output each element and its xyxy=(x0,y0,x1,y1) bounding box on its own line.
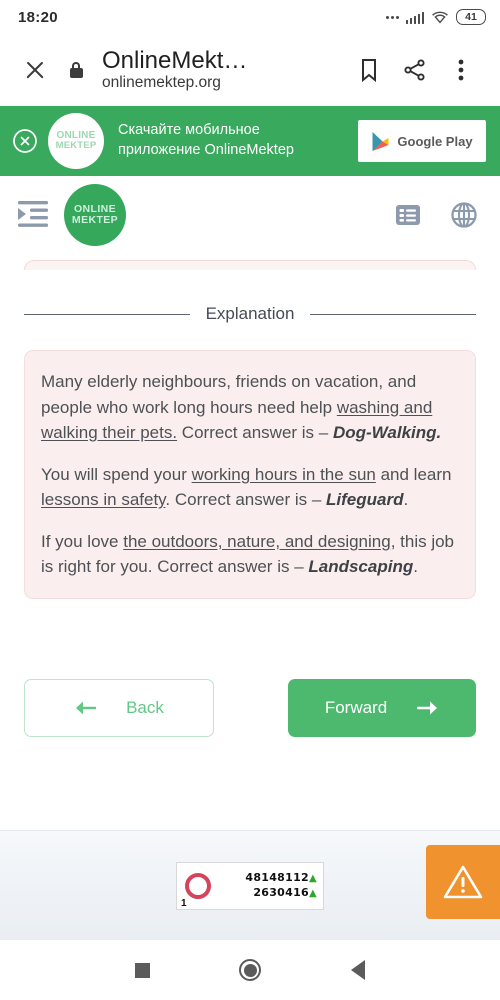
wifi-icon xyxy=(432,11,448,24)
site-logo[interactable]: ONLINE MEKTEP xyxy=(64,184,126,246)
promo-text-line2: приложение OnlineMektep xyxy=(118,142,294,158)
square-recents-icon[interactable] xyxy=(134,962,150,978)
counter-index: 1 xyxy=(181,897,187,909)
forward-button-label: Forward xyxy=(324,697,388,717)
status-bar: 18:20 41 xyxy=(0,0,500,34)
lock-icon xyxy=(64,62,88,78)
counter-ring-icon xyxy=(185,872,211,899)
site-navbar-right xyxy=(394,201,478,229)
promo-text: Скачайте мобильное приложение OnlineMekt… xyxy=(114,121,348,160)
google-play-label: Google Play xyxy=(397,133,473,149)
close-circle-icon[interactable] xyxy=(12,128,38,154)
promo-text-line1: Скачайте мобильное xyxy=(118,122,260,139)
warning-triangle-icon xyxy=(443,865,483,899)
site-navbar: ONLINE MEKTEP xyxy=(0,176,500,254)
correct-answer: Dog-Walking. xyxy=(332,423,442,442)
back-button[interactable]: Back xyxy=(24,678,214,737)
close-icon[interactable] xyxy=(18,53,52,87)
divider-line-left xyxy=(24,313,190,315)
divider-line-right xyxy=(310,313,476,315)
android-navigation-bar xyxy=(0,940,500,1000)
globe-icon[interactable] xyxy=(450,201,478,229)
paragraph-middle: and learn xyxy=(375,464,452,484)
paragraph-tail: . xyxy=(413,557,418,576)
visit-counter-widget[interactable]: 48148112▲ 2630416▲ 1 xyxy=(176,861,324,910)
paragraph-underline: working hours in the sun xyxy=(191,464,376,484)
explanation-paragraph: You will spend your working hours in the… xyxy=(41,462,459,513)
app-promo-banner[interactable]: ONLINE MEKTEP Скачайте мобильное приложе… xyxy=(0,106,500,176)
browser-toolbar: OnlineMekt… onlinemektep.org xyxy=(0,34,500,106)
triangle-back-icon[interactable] xyxy=(351,960,366,980)
battery-icon: 41 xyxy=(456,9,486,25)
page-content: Explanation Many elderly neighbours, fri… xyxy=(0,254,500,830)
paragraph-middle: Correct answer is – xyxy=(177,423,333,442)
page-url: onlinemektep.org xyxy=(102,73,221,91)
site-navbar-left: ONLINE MEKTEP xyxy=(16,184,126,246)
paragraph-underline-2: lessons in safety xyxy=(41,490,166,509)
phone-screen: 18:20 41 OnlineMekt… onlinemektep.org ON… xyxy=(0,0,500,1000)
status-time: 18:20 xyxy=(18,8,58,26)
paragraph-underline: the outdoors, nature, and designing xyxy=(123,531,391,551)
counter-trend-2: ▲ xyxy=(309,887,317,899)
paragraph-lead: You will spend your xyxy=(41,464,192,484)
browser-actions xyxy=(346,47,484,93)
previous-card-sliver xyxy=(24,260,476,270)
status-icons: 41 xyxy=(385,9,486,25)
paragraph-middle-2: . Correct answer is – xyxy=(165,490,327,509)
explanation-card: Many elderly neighbours, friends on vaca… xyxy=(24,350,476,599)
google-play-icon xyxy=(372,131,389,151)
cellular-signal-icon xyxy=(405,11,424,24)
arrow-left-icon xyxy=(76,701,97,714)
more-dots-icon xyxy=(385,15,399,19)
site-logo-line2: MEKTEP xyxy=(71,214,119,226)
correct-answer: Landscaping xyxy=(308,557,414,576)
promo-logo-line2: MEKTEP xyxy=(55,140,97,152)
bookmark-icon[interactable] xyxy=(346,47,392,93)
ad-banner[interactable]: 48148112▲ 2630416▲ 1 xyxy=(0,830,500,940)
counter-trend-1: ▲ xyxy=(309,873,317,885)
quiz-navigation: Back Forward xyxy=(24,678,476,737)
correct-answer: Lifeguard xyxy=(326,490,404,509)
explanation-divider: Explanation xyxy=(24,304,476,324)
circle-home-icon[interactable] xyxy=(239,959,262,981)
forward-button[interactable]: Forward xyxy=(288,678,476,737)
counter-values: 48148112▲ 2630416▲ xyxy=(245,871,317,899)
paragraph-lead: If you love xyxy=(41,531,124,551)
page-title: OnlineMekt… xyxy=(102,47,248,73)
address-bar[interactable]: OnlineMekt… onlinemektep.org xyxy=(102,48,346,93)
ad-warning-badge[interactable] xyxy=(426,845,500,919)
promo-app-logo: ONLINE MEKTEP xyxy=(48,113,104,169)
explanation-paragraph: If you love the outdoors, nature, and de… xyxy=(41,529,459,580)
list-view-icon[interactable] xyxy=(394,201,422,229)
arrow-right-icon xyxy=(417,701,438,714)
more-vertical-icon[interactable] xyxy=(438,47,484,93)
format-indent-icon[interactable] xyxy=(16,199,50,231)
explanation-paragraph: Many elderly neighbours, friends on vaca… xyxy=(41,369,459,446)
explanation-label: Explanation xyxy=(205,304,295,323)
google-play-button[interactable]: Google Play xyxy=(358,120,486,162)
paragraph-tail: . xyxy=(403,490,409,509)
back-button-label: Back xyxy=(126,697,164,717)
share-icon[interactable] xyxy=(392,47,438,93)
